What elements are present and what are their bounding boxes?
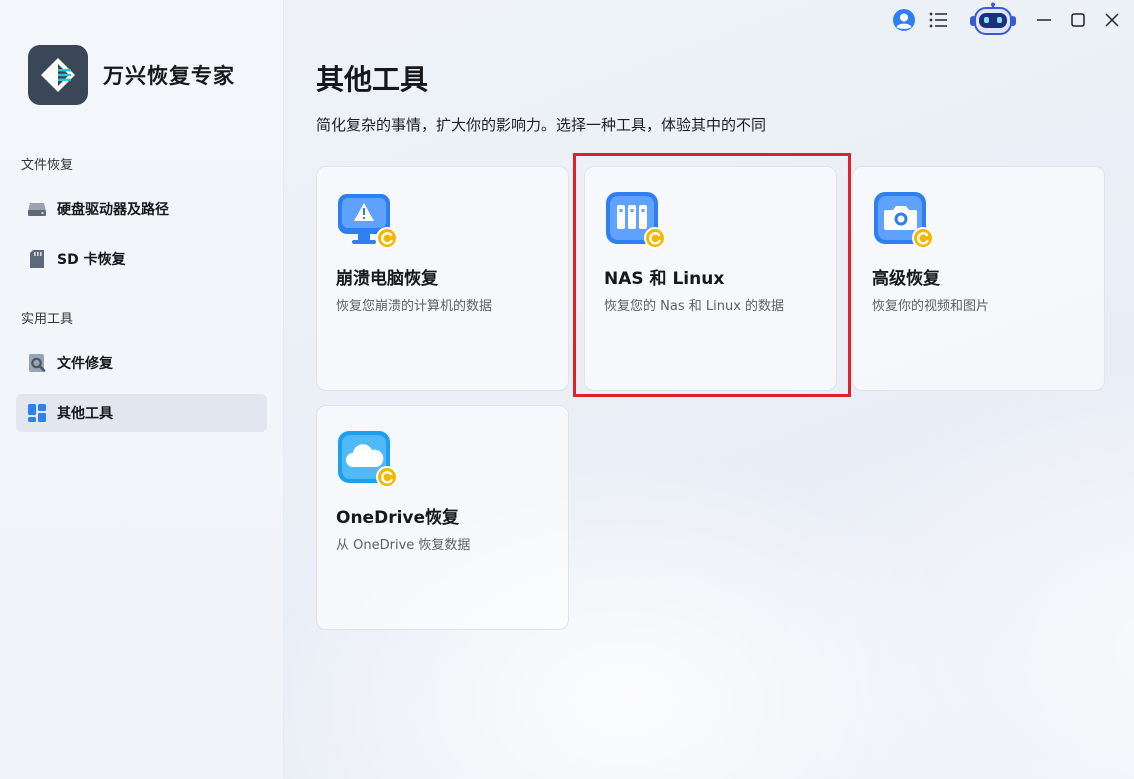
card-title: NAS 和 Linux bbox=[604, 269, 725, 289]
user-avatar-icon[interactable] bbox=[892, 8, 916, 32]
maximize-icon[interactable] bbox=[1066, 8, 1090, 32]
close-icon[interactable] bbox=[1100, 8, 1124, 32]
card-description: 从 OneDrive 恢复数据 bbox=[336, 538, 471, 553]
sidebar: 万兴恢复专家 文件恢复 硬盘驱动器及路径 SD 卡恢复 实用工具 文件修复 其他… bbox=[0, 0, 284, 779]
brand: 万兴恢复专家 bbox=[28, 45, 235, 105]
sidebar-item-label: 文件修复 bbox=[57, 356, 113, 372]
sidebar-item-label: 其他工具 bbox=[57, 406, 113, 422]
main-content: 其他工具 简化复杂的事情，扩大你的影响力。选择一种工具，体验其中的不同 崩溃电脑… bbox=[284, 0, 1134, 779]
title-bar bbox=[892, 0, 1134, 40]
card-crashed-computer[interactable]: 崩溃电脑恢复 恢复您崩溃的计算机的数据 bbox=[316, 166, 569, 391]
minimize-icon[interactable] bbox=[1032, 8, 1056, 32]
grid-icon bbox=[27, 403, 47, 423]
card-onedrive[interactable]: OneDrive恢复 从 OneDrive 恢复数据 bbox=[316, 405, 569, 630]
ai-robot-assistant-icon[interactable] bbox=[968, 2, 1018, 38]
page-subtitle: 简化复杂的事情，扩大你的影响力。选择一种工具，体验其中的不同 bbox=[316, 116, 767, 134]
card-title: 高级恢复 bbox=[872, 269, 940, 289]
section-utilities: 实用工具 bbox=[21, 312, 74, 327]
sidebar-item-file-repair[interactable]: 文件修复 bbox=[16, 344, 267, 382]
card-advanced-recovery[interactable]: 高级恢复 恢复你的视频和图片 bbox=[852, 166, 1105, 391]
sidebar-item-label: 硬盘驱动器及路径 bbox=[57, 202, 169, 218]
camera-icon bbox=[872, 190, 934, 252]
section-file-recovery: 文件恢复 bbox=[21, 158, 74, 173]
sd-card-icon bbox=[27, 249, 47, 269]
sidebar-item-sd-card[interactable]: SD 卡恢复 bbox=[16, 240, 267, 278]
card-nas-linux[interactable]: NAS 和 Linux 恢复您的 Nas 和 Linux 的数据 bbox=[584, 166, 837, 391]
sidebar-item-other-tools[interactable]: 其他工具 bbox=[16, 394, 267, 432]
hard-drive-icon bbox=[27, 199, 47, 219]
card-title: 崩溃电脑恢复 bbox=[336, 269, 438, 289]
app-name: 万兴恢复专家 bbox=[103, 64, 235, 88]
crashed-computer-icon bbox=[336, 190, 398, 252]
nas-server-icon bbox=[604, 190, 666, 252]
card-description: 恢复您崩溃的计算机的数据 bbox=[336, 299, 493, 314]
cloud-icon bbox=[336, 429, 398, 491]
card-title: OneDrive恢复 bbox=[336, 508, 460, 528]
sidebar-item-hard-drive[interactable]: 硬盘驱动器及路径 bbox=[16, 190, 267, 228]
app-logo-icon bbox=[28, 45, 88, 105]
card-description: 恢复您的 Nas 和 Linux 的数据 bbox=[604, 299, 785, 314]
app-window: 万兴恢复专家 文件恢复 硬盘驱动器及路径 SD 卡恢复 实用工具 文件修复 其他… bbox=[0, 0, 1134, 779]
card-description: 恢复你的视频和图片 bbox=[872, 299, 990, 314]
sidebar-item-label: SD 卡恢复 bbox=[57, 252, 126, 268]
file-repair-icon bbox=[27, 353, 47, 373]
menu-list-icon[interactable] bbox=[926, 8, 950, 32]
page-title: 其他工具 bbox=[316, 63, 429, 96]
